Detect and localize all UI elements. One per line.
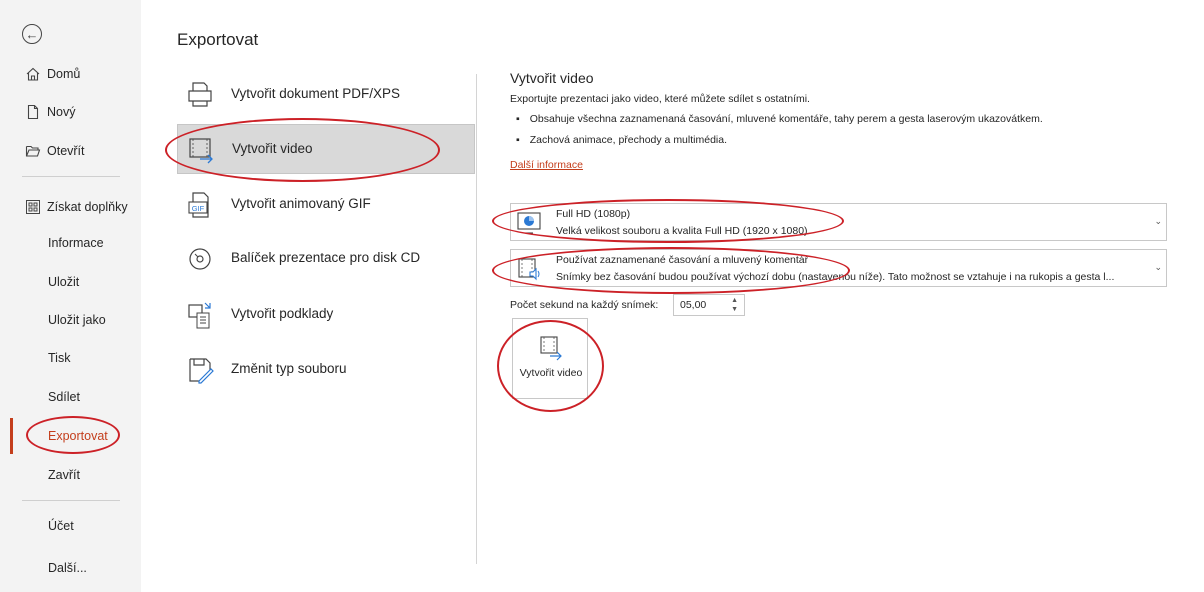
seconds-per-slide-stepper[interactable]: 05,00 ▲ ▼	[673, 294, 745, 316]
chevron-down-icon: ⌄	[1154, 216, 1162, 226]
export-option-gif[interactable]: GIF Vytvořit animovaný GIF	[177, 180, 475, 230]
stepper-arrows-icon[interactable]: ▲ ▼	[731, 296, 738, 314]
nav-item-print[interactable]: Tisk	[0, 343, 141, 373]
nav-item-save-as[interactable]: Uložit jako	[0, 305, 141, 335]
export-option-label: Vytvořit video	[232, 141, 313, 156]
nav-item-label: Účet	[48, 519, 74, 533]
nav-item-account[interactable]: Účet	[0, 511, 141, 541]
nav-item-label: Sdílet	[48, 390, 80, 404]
nav-item-info[interactable]: Informace	[0, 228, 141, 258]
nav-item-label: Exportovat	[48, 429, 108, 443]
nav-item-more[interactable]: Další...	[0, 553, 141, 583]
nav-item-label: Tisk	[48, 351, 71, 365]
nav-item-label: Zavřít	[48, 468, 80, 482]
panel-title: Vytvořit video	[510, 70, 594, 86]
nav-divider	[22, 176, 120, 177]
panel-description: Exportujte prezentaci jako video, které …	[510, 93, 810, 105]
export-option-label: Balíček prezentace pro disk CD	[231, 250, 421, 265]
nav-item-export[interactable]: Exportovat	[0, 421, 141, 451]
export-option-pdf-xps[interactable]: Vytvořit dokument PDF/XPS	[177, 70, 475, 120]
seconds-per-slide-value: 05,00	[680, 299, 707, 311]
nav-item-label: Informace	[48, 236, 104, 250]
nav-item-label: Nový	[47, 105, 76, 119]
nav-item-label: Otevřít	[47, 144, 85, 158]
create-video-button[interactable]: Vytvořit video	[512, 318, 588, 399]
folder-open-icon	[25, 145, 41, 157]
nav-item-addins[interactable]: Získat doplňky	[0, 192, 141, 222]
nav-item-label: Uložit	[48, 275, 80, 289]
export-option-label: Změnit typ souboru	[231, 361, 347, 376]
quality-subtitle: Velká velikost souboru a kvalita Full HD…	[556, 225, 808, 237]
nav-item-new[interactable]: Nový	[0, 97, 141, 127]
svg-text:GIF: GIF	[192, 204, 205, 213]
nav-item-label: Domů	[47, 67, 81, 81]
export-option-label: Vytvořit podklady	[231, 306, 334, 321]
timing-dropdown[interactable]: Používat zaznamenané časování a mluvený …	[510, 249, 1167, 287]
addins-icon	[26, 200, 40, 214]
timing-subtitle: Snímky bez časování budou používat výcho…	[556, 271, 1115, 283]
video-icon	[540, 336, 562, 361]
section-divider	[476, 74, 477, 564]
export-option-change-file-type[interactable]: Změnit typ souboru	[177, 345, 475, 395]
quality-dropdown[interactable]: Full HD (1080p) Velká velikost souboru a…	[510, 203, 1167, 241]
export-option-label: Vytvořit dokument PDF/XPS	[231, 86, 401, 101]
pdf-xps-icon	[188, 82, 212, 107]
nav-item-close[interactable]: Zavřít	[0, 460, 141, 490]
quality-title: Full HD (1080p)	[556, 208, 631, 220]
nav-divider	[22, 500, 120, 501]
create-video-label: Vytvořit video	[519, 367, 583, 379]
chevron-down-icon: ⌄	[1154, 262, 1162, 272]
cd-icon	[189, 248, 211, 270]
more-info-link[interactable]: Další informace	[510, 159, 583, 171]
export-option-handouts[interactable]: Vytvořit podklady	[177, 290, 475, 340]
panel-bullet: Zachová animace, přechody a multimédia.	[516, 134, 727, 146]
video-icon	[189, 138, 213, 164]
nav-item-label: Získat doplňky	[47, 200, 128, 214]
new-document-icon	[27, 104, 39, 120]
backstage-nav: ← Domů Nový Otevřít Získat doplňky Infor…	[0, 0, 141, 592]
narration-icon	[518, 258, 540, 281]
change-file-type-icon	[189, 358, 214, 384]
nav-item-share[interactable]: Sdílet	[0, 382, 141, 412]
nav-item-label: Uložit jako	[48, 313, 106, 327]
page-title: Exportovat	[177, 30, 259, 49]
seconds-per-slide-label: Počet sekund na každý snímek:	[510, 299, 659, 311]
gif-icon: GIF	[188, 192, 209, 218]
export-option-video[interactable]: Vytvořit video	[177, 124, 475, 174]
nav-item-home[interactable]: Domů	[0, 59, 141, 89]
nav-item-save[interactable]: Uložit	[0, 267, 141, 297]
back-arrow-icon[interactable]: ←	[22, 24, 42, 44]
timing-title: Používat zaznamenané časování a mluvený …	[556, 254, 809, 266]
export-option-label: Vytvořit animovaný GIF	[231, 196, 371, 211]
nav-item-open[interactable]: Otevřít	[0, 136, 141, 166]
panel-bullet: Obsahuje všechna zaznamenaná časování, m…	[516, 113, 1043, 125]
export-option-cd[interactable]: Balíček prezentace pro disk CD	[177, 234, 475, 284]
nav-item-label: Další...	[48, 561, 87, 575]
handouts-icon	[188, 302, 211, 329]
home-icon	[26, 67, 40, 81]
monitor-quality-icon	[517, 212, 541, 234]
